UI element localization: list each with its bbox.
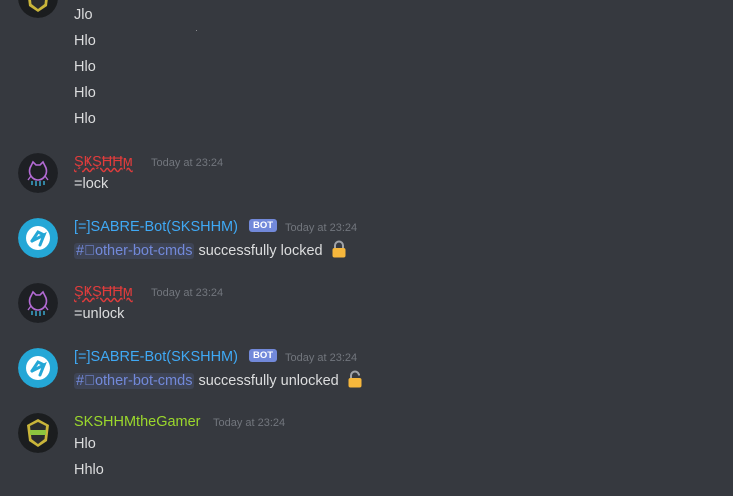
message-body: successfully locked bbox=[198, 243, 323, 259]
message-text: Hlo bbox=[74, 33, 96, 49]
message-text: #⃣other-bot-cmds successfully locked bbox=[74, 240, 347, 263]
chat-messages: Jlo Hlo Hlo Hlo Hlo ŞҜŞĦĦϻ Today at 23:2… bbox=[0, 0, 733, 496]
timestamp: Today at 23:24 bbox=[151, 157, 224, 169]
channel-mention[interactable]: #⃣other-bot-cmds bbox=[74, 243, 195, 259]
author-name[interactable]: [=]SABRE-Bot(SKSHHM) bbox=[74, 348, 238, 366]
timestamp: Today at 23:24 bbox=[213, 417, 286, 429]
bot-tag: BOT bbox=[249, 219, 278, 232]
user-avatar-gamer[interactable] bbox=[18, 0, 58, 18]
message-text: =lock bbox=[74, 176, 109, 192]
author-name[interactable]: ŞҜŞĦĦϻ bbox=[74, 153, 133, 171]
timestamp: Today at 23:24 bbox=[285, 222, 358, 234]
message-text: #⃣other-bot-cmds successfully unlocked bbox=[74, 370, 363, 393]
author-name[interactable]: ŞҜŞĦĦϻ bbox=[74, 283, 133, 301]
stray-dot bbox=[196, 30, 197, 31]
timestamp: Today at 23:24 bbox=[285, 352, 358, 364]
user-avatar-gamer[interactable] bbox=[18, 413, 58, 453]
author-name[interactable]: SKSHHMtheGamer bbox=[74, 413, 201, 431]
bot-tag: BOT bbox=[249, 349, 278, 362]
message-text: Jlo bbox=[74, 7, 93, 23]
message-body: successfully unlocked bbox=[198, 373, 339, 389]
user-avatar-skshhm[interactable] bbox=[18, 153, 58, 193]
message-text: =unlock bbox=[74, 306, 125, 322]
user-avatar-skshhm[interactable] bbox=[18, 283, 58, 323]
timestamp: Today at 23:24 bbox=[151, 287, 224, 299]
message-text: Hlo bbox=[74, 111, 96, 127]
lock-closed-icon bbox=[331, 240, 347, 263]
message-text: Hlo bbox=[74, 436, 96, 452]
message-text: Hhlo bbox=[74, 462, 104, 478]
author-name[interactable]: [=]SABRE-Bot(SKSHHM) bbox=[74, 218, 238, 236]
message-text: Hlo bbox=[74, 85, 96, 101]
bot-avatar[interactable] bbox=[18, 348, 58, 388]
message-text: Hlo bbox=[74, 59, 96, 75]
bot-avatar[interactable] bbox=[18, 218, 58, 258]
channel-mention[interactable]: #⃣other-bot-cmds bbox=[74, 373, 195, 389]
lock-open-icon bbox=[347, 370, 363, 393]
